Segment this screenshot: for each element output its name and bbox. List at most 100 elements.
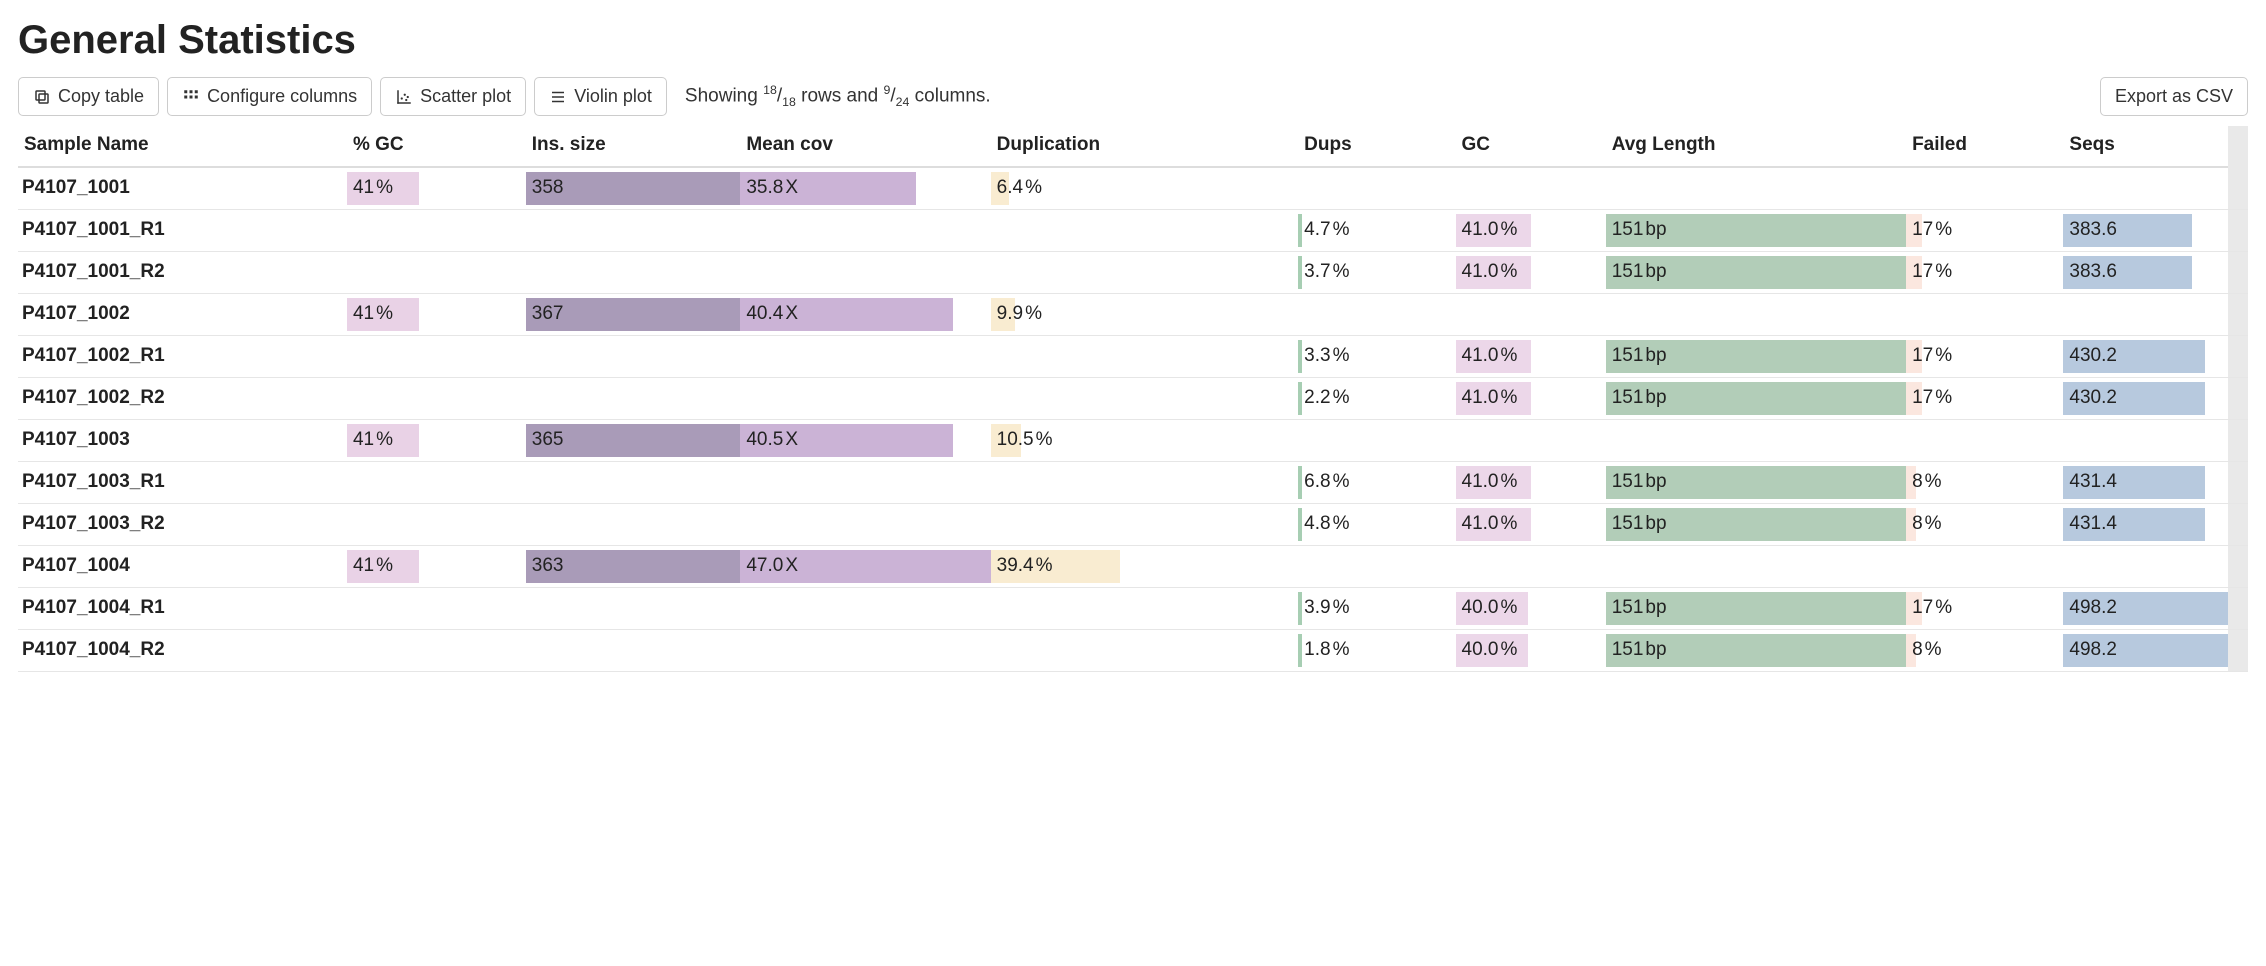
scroll-gutter[interactable] bbox=[2228, 461, 2248, 503]
table-cell: 365 bbox=[526, 419, 741, 461]
table-cell bbox=[1456, 545, 1606, 587]
cell-value: 8% bbox=[1906, 471, 1941, 493]
scroll-gutter[interactable] bbox=[2228, 545, 2248, 587]
sample-name-cell: P4107_1001_R2 bbox=[18, 251, 347, 293]
scroll-gutter[interactable] bbox=[2228, 335, 2248, 377]
sample-name-cell: P4107_1004_R2 bbox=[18, 629, 347, 671]
table-cell bbox=[2063, 167, 2227, 209]
table-cell bbox=[347, 335, 526, 377]
table-cell: 151bp bbox=[1606, 377, 1906, 419]
cell-value: 17% bbox=[1906, 387, 1952, 409]
cell-value: 40.0% bbox=[1456, 639, 1518, 661]
table-cell: 40.0% bbox=[1456, 587, 1606, 629]
copy-icon bbox=[33, 88, 51, 106]
col-dups[interactable]: Dups bbox=[1298, 126, 1455, 167]
scroll-gutter[interactable] bbox=[2228, 209, 2248, 251]
scroll-gutter[interactable] bbox=[2228, 503, 2248, 545]
cell-value: 358 bbox=[526, 177, 564, 199]
col-failed[interactable]: Failed bbox=[1906, 126, 2063, 167]
col-gc[interactable]: GC bbox=[1456, 126, 1606, 167]
scroll-gutter[interactable] bbox=[2228, 377, 2248, 419]
cell-value: 8% bbox=[1906, 639, 1941, 661]
table-row: P4107_100341%36540.5X10.5% bbox=[18, 419, 2248, 461]
table-cell bbox=[526, 209, 741, 251]
copy-table-button[interactable]: Copy table bbox=[18, 77, 159, 116]
violin-icon bbox=[549, 88, 567, 106]
cell-value: 430.2 bbox=[2063, 345, 2117, 367]
table-cell: 17% bbox=[1906, 335, 2063, 377]
table-cell: 41.0% bbox=[1456, 209, 1606, 251]
cell-value: 151bp bbox=[1606, 639, 1667, 661]
scroll-gutter[interactable] bbox=[2228, 419, 2248, 461]
col-mean-cov[interactable]: Mean cov bbox=[740, 126, 990, 167]
cell-value: 17% bbox=[1906, 597, 1952, 619]
scroll-gutter[interactable] bbox=[2228, 629, 2248, 671]
cell-value: 40.4X bbox=[740, 303, 798, 325]
sample-name-cell: P4107_1004 bbox=[18, 545, 347, 587]
col-seqs[interactable]: Seqs bbox=[2063, 126, 2227, 167]
table-cell bbox=[1606, 167, 1906, 209]
table-cell: 498.2 bbox=[2063, 629, 2227, 671]
col-duplication[interactable]: Duplication bbox=[991, 126, 1299, 167]
scatter-plot-button[interactable]: Scatter plot bbox=[380, 77, 526, 116]
table-row: P4107_100241%36740.4X9.9% bbox=[18, 293, 2248, 335]
sample-name-cell: P4107_1001 bbox=[18, 167, 347, 209]
table-cell bbox=[740, 629, 990, 671]
table-cell: 367 bbox=[526, 293, 741, 335]
col-pct-gc[interactable]: % GC bbox=[347, 126, 526, 167]
table-cell: 8% bbox=[1906, 461, 2063, 503]
table-row: P4107_1003_R24.8%41.0%151bp8%431.4 bbox=[18, 503, 2248, 545]
cell-value: 47.0X bbox=[740, 555, 798, 577]
cell-value: 10.5% bbox=[991, 429, 1053, 451]
col-avg-length[interactable]: Avg Length bbox=[1606, 126, 1906, 167]
col-ins-size[interactable]: Ins. size bbox=[526, 126, 741, 167]
table-cell bbox=[526, 377, 741, 419]
export-csv-button[interactable]: Export as CSV bbox=[2100, 77, 2248, 116]
cell-value: 151bp bbox=[1606, 597, 1667, 619]
table-cell bbox=[2063, 293, 2227, 335]
table-header-row: Sample Name % GC Ins. size Mean cov Dupl… bbox=[18, 126, 2248, 167]
table-row: P4107_100141%35835.8X6.4% bbox=[18, 167, 2248, 209]
table-cell: 3.3% bbox=[1298, 335, 1455, 377]
copy-table-label: Copy table bbox=[58, 86, 144, 107]
table-cell bbox=[526, 251, 741, 293]
cell-value: 41% bbox=[347, 303, 393, 325]
table-row: P4107_1001_R23.7%41.0%151bp17%383.6 bbox=[18, 251, 2248, 293]
cell-value: 41% bbox=[347, 555, 393, 577]
table-cell bbox=[740, 461, 990, 503]
table-cell: 17% bbox=[1906, 251, 2063, 293]
cell-value: 151bp bbox=[1606, 387, 1667, 409]
cell-value: 41.0% bbox=[1456, 219, 1518, 241]
cell-value: 41.0% bbox=[1456, 471, 1518, 493]
scroll-gutter[interactable] bbox=[2228, 251, 2248, 293]
scroll-gutter[interactable] bbox=[2228, 167, 2248, 209]
cell-value: 40.0% bbox=[1456, 597, 1518, 619]
table-cell bbox=[1456, 293, 1606, 335]
configure-columns-button[interactable]: Configure columns bbox=[167, 77, 372, 116]
scroll-gutter[interactable] bbox=[2228, 587, 2248, 629]
table-cell bbox=[991, 209, 1299, 251]
cell-value: 3.3% bbox=[1298, 345, 1349, 367]
table-cell bbox=[347, 503, 526, 545]
table-cell bbox=[740, 503, 990, 545]
table-row: P4107_1002_R22.2%41.0%151bp17%430.2 bbox=[18, 377, 2248, 419]
table-cell: 151bp bbox=[1606, 629, 1906, 671]
table-cell bbox=[526, 629, 741, 671]
cell-value: 151bp bbox=[1606, 261, 1667, 283]
table-cell: 151bp bbox=[1606, 251, 1906, 293]
cell-value: 498.2 bbox=[2063, 639, 2117, 661]
cell-value: 41.0% bbox=[1456, 261, 1518, 283]
table-cell: 358 bbox=[526, 167, 741, 209]
cell-value: 35.8X bbox=[740, 177, 798, 199]
table-cell bbox=[347, 251, 526, 293]
scroll-gutter[interactable] bbox=[2228, 126, 2248, 167]
rows-columns-status: Showing 18/18 rows and 9/24 columns. bbox=[685, 83, 991, 109]
violin-plot-button[interactable]: Violin plot bbox=[534, 77, 667, 116]
table-cell bbox=[1298, 293, 1455, 335]
scroll-gutter[interactable] bbox=[2228, 293, 2248, 335]
table-cell: 8% bbox=[1906, 629, 2063, 671]
col-sample-name[interactable]: Sample Name bbox=[18, 126, 347, 167]
table-cell: 4.7% bbox=[1298, 209, 1455, 251]
cell-value: 151bp bbox=[1606, 471, 1667, 493]
table-cell bbox=[1298, 167, 1455, 209]
